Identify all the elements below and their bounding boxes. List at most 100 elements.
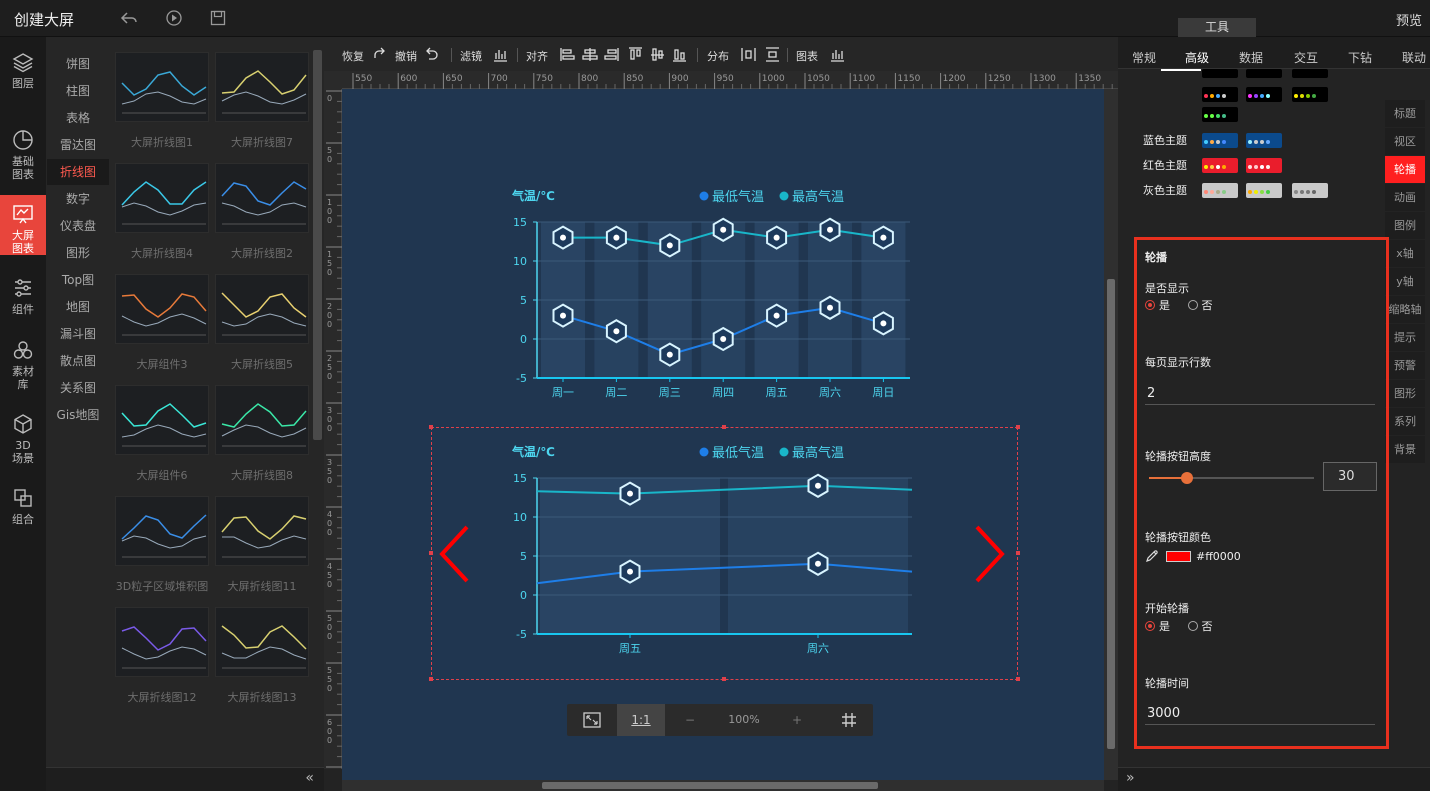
height-slider-handle[interactable] <box>1180 472 1193 484</box>
theme-swatch-blue[interactable] <box>1202 133 1238 148</box>
collapse-right-icon[interactable]: » <box>1126 770 1135 786</box>
color-swatch[interactable] <box>1166 551 1191 562</box>
undo-icon[interactable] <box>425 47 439 61</box>
tab-interaction[interactable]: 交互 <box>1294 49 1318 66</box>
chart-thumbnail[interactable] <box>115 274 209 344</box>
tab-drilldown[interactable]: 下钻 <box>1348 49 1372 66</box>
radio-no[interactable] <box>1187 300 1198 310</box>
chart-thumbnail[interactable] <box>115 385 209 455</box>
zoom-out-button[interactable]: − <box>675 704 705 736</box>
preview-button[interactable]: 预览 <box>1396 10 1422 29</box>
zoom-in-button[interactable]: + <box>782 704 812 736</box>
scrollbar-thumb[interactable] <box>1107 279 1115 749</box>
undo-button[interactable]: 撤销 <box>395 48 417 64</box>
canvas-horizontal-scrollbar[interactable] <box>342 780 1104 791</box>
align-icons[interactable] <box>560 47 710 62</box>
nav-materials[interactable]: 素材 库 <box>0 339 46 393</box>
radio-yes[interactable] <box>1145 300 1155 310</box>
section-tab[interactable]: 预警 <box>1385 352 1425 379</box>
section-tab[interactable]: x轴 <box>1385 240 1425 267</box>
theme-swatch[interactable] <box>1246 69 1282 78</box>
nav-screen-charts[interactable]: 大屏 图表 <box>0 195 46 255</box>
chart-thumbnail[interactable] <box>115 52 209 122</box>
tab-general[interactable]: 常规 <box>1132 49 1156 66</box>
chart-thumbnail[interactable] <box>215 52 309 122</box>
section-tab[interactable]: 缩略轴 <box>1385 296 1425 323</box>
section-tab[interactable]: 系列 <box>1385 408 1425 435</box>
chart-thumbnail[interactable] <box>115 163 209 233</box>
section-tab[interactable]: 标题 <box>1385 100 1425 127</box>
theme-swatch[interactable] <box>1246 87 1282 102</box>
category-item[interactable]: 散点图 <box>47 348 109 374</box>
section-tab[interactable]: 图形 <box>1385 380 1425 407</box>
category-item[interactable]: 仪表盘 <box>47 213 109 239</box>
radio-yes[interactable] <box>1145 621 1155 631</box>
selection-handles[interactable] <box>428 424 1021 683</box>
line-chart-1[interactable]: 15 10 5 0 -5 周一 周二 周三 周四 周五 周六 周日 气温/℃ 最低气温 最高气温 <box>492 174 922 404</box>
distribute-button[interactable]: 分布 <box>707 48 729 64</box>
play-icon[interactable] <box>165 9 183 27</box>
category-item[interactable]: 地图 <box>47 294 109 320</box>
align-button[interactable]: 对齐 <box>526 48 548 64</box>
chart-thumbnail[interactable] <box>215 496 309 566</box>
section-tab[interactable]: 提示 <box>1385 324 1425 351</box>
section-tab[interactable]: 视区 <box>1385 128 1425 155</box>
theme-swatch[interactable] <box>1202 87 1238 102</box>
category-item[interactable]: 图形 <box>47 240 109 266</box>
time-input[interactable]: 3000 <box>1145 703 1375 725</box>
grid-toggle-button[interactable] <box>825 704 873 736</box>
category-item[interactable]: Top图 <box>47 267 109 293</box>
nav-components[interactable]: 组件 <box>0 277 46 321</box>
legend-label[interactable]: 最高气温 <box>792 189 844 205</box>
category-item[interactable]: 折线图 <box>47 159 109 185</box>
chart-thumbnail[interactable] <box>215 607 309 677</box>
chart-thumbnail[interactable] <box>215 274 309 344</box>
category-item[interactable]: 饼图 <box>47 51 109 77</box>
canvas-vertical-scrollbar[interactable] <box>1104 89 1118 780</box>
chart-icon[interactable] <box>830 47 845 62</box>
section-tab[interactable]: 背景 <box>1385 436 1425 463</box>
actual-size-button[interactable]: 1:1 <box>617 704 665 736</box>
fit-screen-button[interactable] <box>567 704 617 736</box>
section-tab[interactable]: 动画 <box>1385 184 1425 211</box>
theme-swatch[interactable] <box>1202 107 1238 122</box>
legend-marker[interactable] <box>779 191 789 201</box>
button-height-input[interactable]: 30 <box>1323 462 1377 491</box>
nav-basic-charts[interactable]: 基础 图表 <box>0 129 46 183</box>
legend-marker[interactable] <box>699 191 709 201</box>
design-canvas[interactable]: 15 10 5 0 -5 周一 周二 周三 周四 周五 周六 周日 气温/℃ 最低气温 最高气温 15 10 5… <box>342 89 1104 780</box>
theme-swatch[interactable] <box>1292 87 1328 102</box>
thumbnail-scrollbar[interactable] <box>313 50 322 440</box>
radio-no[interactable] <box>1187 621 1198 631</box>
tab-data[interactable]: 数据 <box>1239 49 1263 66</box>
chart-thumbnail[interactable] <box>115 496 209 566</box>
category-item[interactable]: 柱图 <box>47 78 109 104</box>
section-tab[interactable]: y轴 <box>1385 268 1425 295</box>
chart-button[interactable]: 图表 <box>796 48 818 64</box>
height-slider-track[interactable] <box>1149 472 1314 484</box>
theme-swatch-red[interactable] <box>1246 158 1282 173</box>
legend-label[interactable]: 最低气温 <box>712 189 764 205</box>
theme-swatch-gray[interactable] <box>1246 183 1282 198</box>
category-item[interactable]: 雷达图 <box>47 132 109 158</box>
theme-swatch-red[interactable] <box>1202 158 1238 173</box>
category-item[interactable]: Gis地图 <box>47 402 109 428</box>
theme-swatch-gray[interactable] <box>1202 183 1238 198</box>
distribute-icons[interactable] <box>741 47 781 62</box>
nav-group[interactable]: 组合 <box>0 487 46 531</box>
restore-button[interactable]: 恢复 <box>342 48 364 64</box>
section-tab[interactable]: 轮播 <box>1385 156 1425 183</box>
tab-advanced[interactable]: 高级 <box>1185 49 1209 66</box>
section-tab[interactable]: 图例 <box>1385 212 1425 239</box>
back-icon[interactable] <box>120 9 138 27</box>
nav-3d-scene[interactable]: 3D 场景 <box>0 413 46 467</box>
theme-swatch[interactable] <box>1292 69 1328 78</box>
category-item[interactable]: 关系图 <box>47 375 109 401</box>
filter-button[interactable]: 滤镜 <box>460 48 482 64</box>
tools-tab[interactable]: 工具 <box>1178 18 1256 37</box>
save-icon[interactable] <box>209 9 227 27</box>
chart-thumbnail[interactable] <box>215 385 309 455</box>
redo-icon[interactable] <box>372 47 386 61</box>
theme-swatch[interactable] <box>1202 69 1238 78</box>
theme-swatch-gray[interactable] <box>1292 183 1328 198</box>
